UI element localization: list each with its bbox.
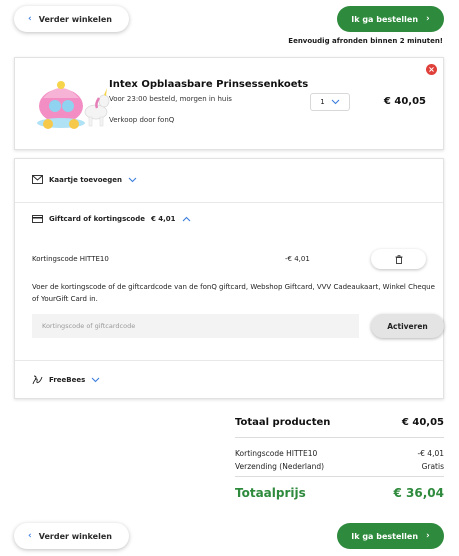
product-image xyxy=(37,81,110,129)
quantity-value: 1 xyxy=(320,98,325,106)
envelope-icon xyxy=(32,175,43,184)
continue-shopping-button-bottom[interactable]: ‹ Verder winkelen xyxy=(14,523,129,549)
product-title[interactable]: Intex Opblaasbare Prinsessenkoets xyxy=(109,79,308,90)
summary-discount-value: -€ 4,01 xyxy=(417,449,444,458)
remove-code-button[interactable] xyxy=(371,249,426,269)
summary-products-label: Totaal producten xyxy=(235,417,331,428)
add-card-label: Kaartje toevoegen xyxy=(49,175,123,184)
quantity-select[interactable]: 1 xyxy=(310,93,350,111)
chevron-down-icon xyxy=(331,99,340,105)
discount-code-input[interactable] xyxy=(32,314,359,338)
chevron-right-icon: › xyxy=(426,14,430,24)
freebees-label: FreeBees xyxy=(49,376,86,384)
seller-info: Verkoop door fonQ xyxy=(109,116,175,124)
checkout-tagline: Eenvoudig afronden binnen 2 minuten! xyxy=(288,37,443,45)
delivery-info: Voor 23:00 besteld, morgen in huis xyxy=(109,95,232,103)
summary-products-value: € 40,05 xyxy=(401,417,444,428)
summary-discount-label: Kortingscode HITTE10 xyxy=(235,449,318,458)
chevron-down-icon xyxy=(91,377,100,383)
giftcard-label: Giftcard of kortingscode xyxy=(49,215,145,223)
chevron-down-icon xyxy=(128,177,137,182)
divider xyxy=(15,202,443,203)
continue-shopping-label: Verder winkelen xyxy=(38,531,112,541)
chevron-left-icon: ‹ xyxy=(28,531,32,541)
divider xyxy=(15,360,443,361)
chevron-up-icon xyxy=(182,216,190,222)
checkout-label: Ik ga bestellen xyxy=(351,531,419,541)
summary-total-value: € 36,04 xyxy=(393,486,444,500)
cart-item-card: × Intex Opblaasbare Prinsessenkoets Voor… xyxy=(14,57,444,150)
summary-total-row: Totaalprijs € 36,04 xyxy=(235,486,444,500)
summary-total-label: Totaalprijs xyxy=(235,486,306,500)
product-price: € 40,05 xyxy=(383,96,426,107)
summary-shipping-row: Verzending (Nederland) Gratis xyxy=(235,462,444,471)
checkout-label: Ik ga bestellen xyxy=(351,14,419,24)
chevron-left-icon: ‹ xyxy=(28,14,32,24)
add-card-toggle[interactable]: Kaartje toevoegen xyxy=(32,175,137,184)
applied-code-name: Kortingscode HITTE10 xyxy=(32,255,109,263)
trash-icon xyxy=(395,254,402,264)
summary-products-row: Totaal producten € 40,05 xyxy=(235,417,444,428)
freebees-icon xyxy=(32,375,43,385)
checkout-button-bottom[interactable]: Ik ga bestellen › xyxy=(337,523,444,549)
summary-discount-row: Kortingscode HITTE10 -€ 4,01 xyxy=(235,449,444,458)
creditcard-icon xyxy=(32,215,43,223)
summary-shipping-value: Gratis xyxy=(421,462,444,471)
summary-shipping-label: Verzending (Nederland) xyxy=(235,462,325,471)
summary-divider xyxy=(235,437,444,438)
freebees-toggle[interactable]: FreeBees xyxy=(32,375,100,385)
remove-item-icon[interactable]: × xyxy=(426,64,437,75)
giftcard-amount: € 4,01 xyxy=(150,215,176,223)
cart-options-card: Kaartje toevoegen Giftcard of kortingsco… xyxy=(14,158,444,399)
activate-code-button[interactable]: Activeren xyxy=(371,314,444,338)
checkout-button-top[interactable]: Ik ga bestellen › xyxy=(337,6,444,32)
giftcard-toggle[interactable]: Giftcard of kortingscode € 4,01 xyxy=(32,215,191,223)
applied-code-amount: -€ 4,01 xyxy=(285,255,310,263)
continue-shopping-label: Verder winkelen xyxy=(38,14,112,24)
code-explanation: Voer de kortingscode of de giftcardcode … xyxy=(32,283,435,303)
continue-shopping-button-top[interactable]: ‹ Verder winkelen xyxy=(14,6,129,32)
summary-divider xyxy=(235,476,444,477)
chevron-right-icon: › xyxy=(426,531,430,541)
